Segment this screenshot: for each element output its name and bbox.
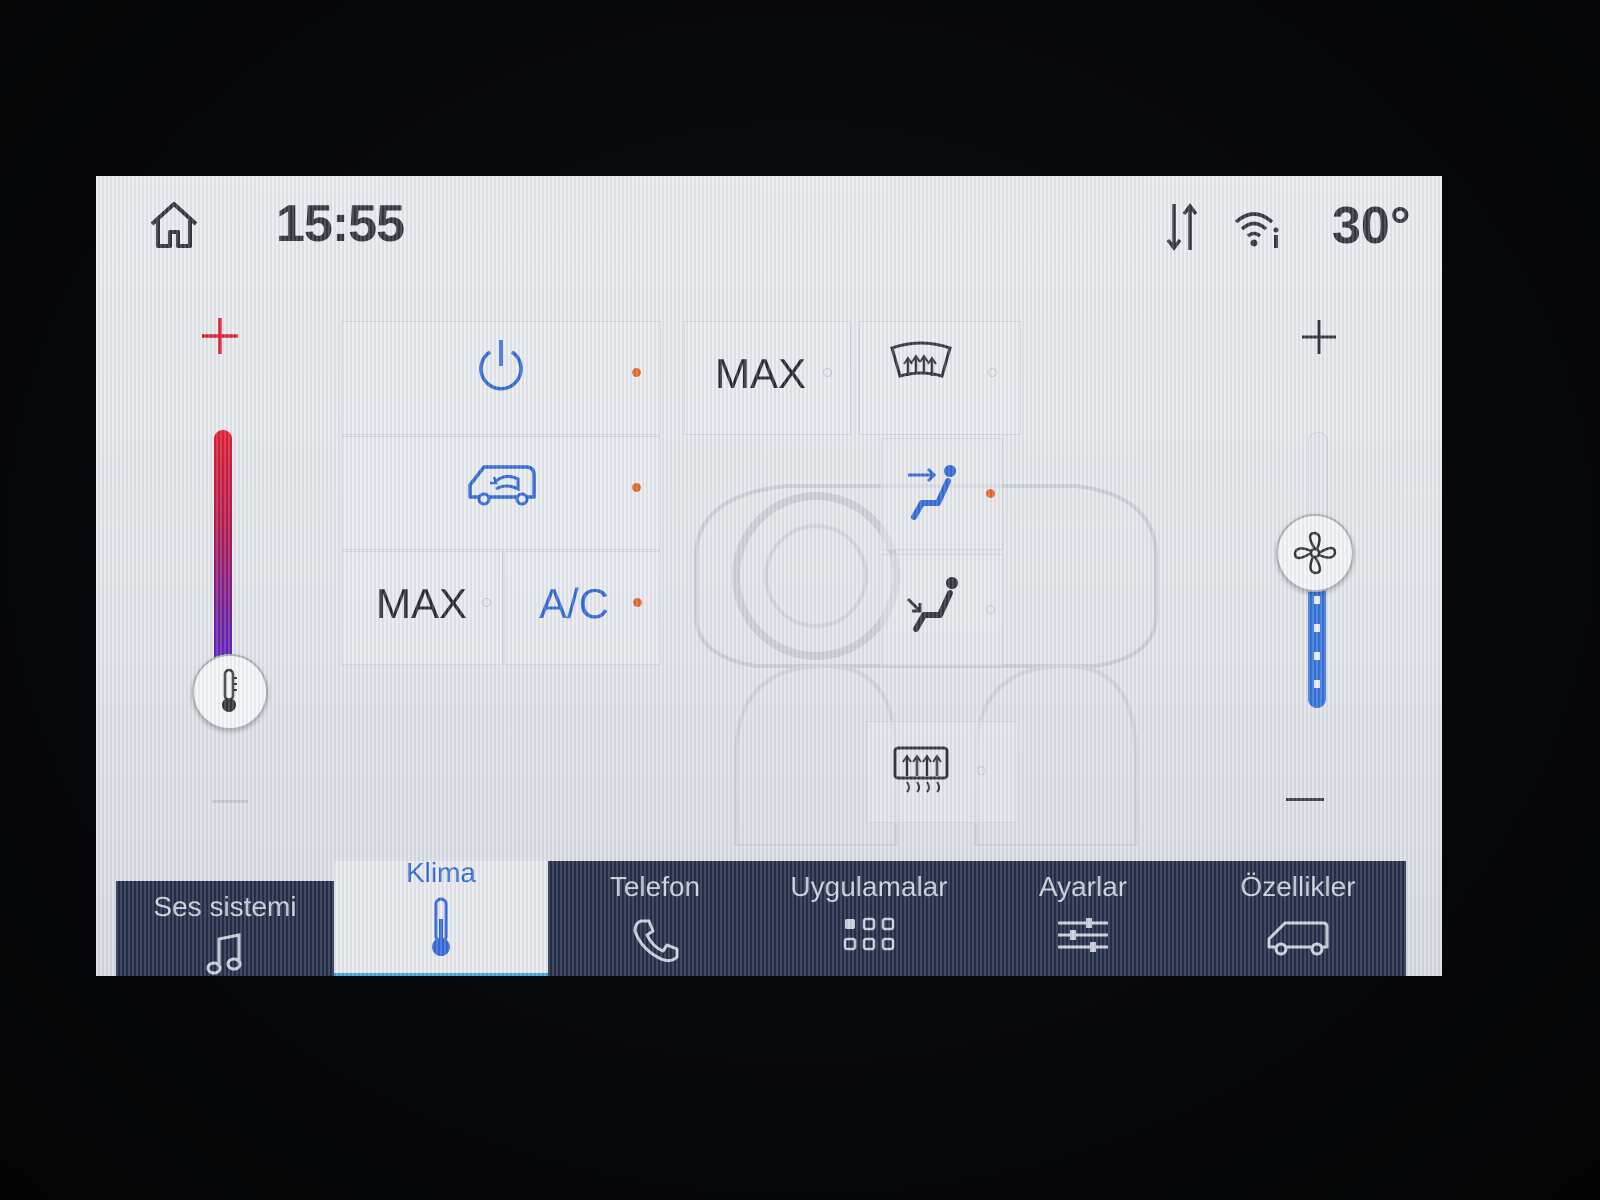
sliders-icon (1058, 918, 1108, 952)
airflow-face-indicator (986, 489, 995, 498)
airflow-face-button[interactable] (881, 438, 1003, 550)
temperature-increase-button[interactable] (200, 316, 240, 356)
windshield-defrost-button[interactable] (859, 321, 1021, 435)
wifi-info-icon (1234, 212, 1279, 248)
fan-slider-track-active[interactable] (1308, 576, 1326, 708)
ac-button[interactable]: A/C (504, 551, 661, 665)
airflow-floor-icon (906, 577, 958, 632)
power-indicator (632, 368, 641, 377)
van-icon (1267, 921, 1329, 956)
max-defrost-label: MAX (715, 350, 807, 397)
infotainment-screen: 15:55 30° MAX MAX A/C Ses sistemi Klima … (96, 176, 1442, 976)
airflow-face-icon (908, 465, 956, 520)
fan-increase-button[interactable] (1300, 318, 1338, 356)
recirculation-button[interactable] (341, 436, 661, 550)
airflow-floor-button[interactable] (881, 554, 1003, 666)
fan-slider-track-inactive[interactable] (1308, 432, 1328, 524)
nav-item-climate[interactable]: Klima (334, 857, 549, 976)
fan-decrease-button[interactable] (1286, 798, 1324, 801)
ac-indicator (633, 598, 642, 607)
max-ac-label: MAX (376, 580, 468, 627)
nav-label-features: Özellikler (1240, 871, 1356, 902)
active-tab-indicator (334, 973, 548, 976)
temperature-decrease-button[interactable] (212, 800, 248, 803)
nav-item-audio[interactable]: Ses sistemi (116, 881, 335, 976)
recirculation-icon (468, 465, 536, 506)
fan-icon (1293, 531, 1337, 575)
temperature-slider-knob[interactable] (192, 654, 268, 730)
thermometer-icon (222, 668, 237, 712)
nav-item-apps[interactable]: Uygulamalar (762, 861, 977, 976)
data-transfer-icon (1166, 203, 1198, 251)
rear-defrost-indicator (977, 766, 986, 775)
home-icon[interactable] (146, 196, 202, 252)
windshield-defrost-indicator (988, 368, 997, 377)
nav-item-features[interactable]: Özellikler (1190, 861, 1406, 976)
bottom-navigation: Ses sistemi Klima Telefon Uygulamalar Ay… (96, 857, 1442, 976)
clock: 15:55 (276, 195, 405, 253)
fan-slider-knob[interactable] (1276, 514, 1354, 592)
airflow-floor-indicator (986, 605, 995, 614)
outside-temperature: 30° (1332, 197, 1411, 255)
max-ac-indicator (482, 598, 491, 607)
rear-defrost-button[interactable] (866, 721, 1018, 823)
status-bar: 15:55 30° (96, 176, 1442, 276)
nav-label-audio: Ses sistemi (153, 891, 297, 922)
nav-item-settings[interactable]: Ayarlar (976, 861, 1191, 976)
windshield-defrost-icon (890, 341, 952, 378)
thermometer-icon (432, 897, 450, 956)
apps-grid-icon (843, 917, 895, 951)
ac-label: A/C (539, 580, 610, 627)
max-defrost-indicator (823, 368, 832, 377)
nav-label-settings: Ayarlar (1038, 871, 1128, 902)
music-note-icon (206, 933, 242, 975)
climate-power-button[interactable] (341, 321, 661, 435)
rear-defrost-icon (893, 746, 949, 793)
max-ac-button[interactable]: MAX (341, 551, 503, 665)
phone-icon (633, 919, 679, 963)
nav-label-phone: Telefon (609, 871, 701, 902)
temperature-slider-track[interactable] (214, 430, 232, 670)
max-defrost-button[interactable]: MAX (684, 321, 851, 435)
recirculation-indicator (632, 483, 641, 492)
power-icon (479, 340, 523, 391)
nav-label-climate: Klima (405, 857, 476, 888)
nav-item-phone[interactable]: Telefon (548, 861, 763, 976)
nav-label-apps: Uygulamalar (790, 871, 948, 902)
